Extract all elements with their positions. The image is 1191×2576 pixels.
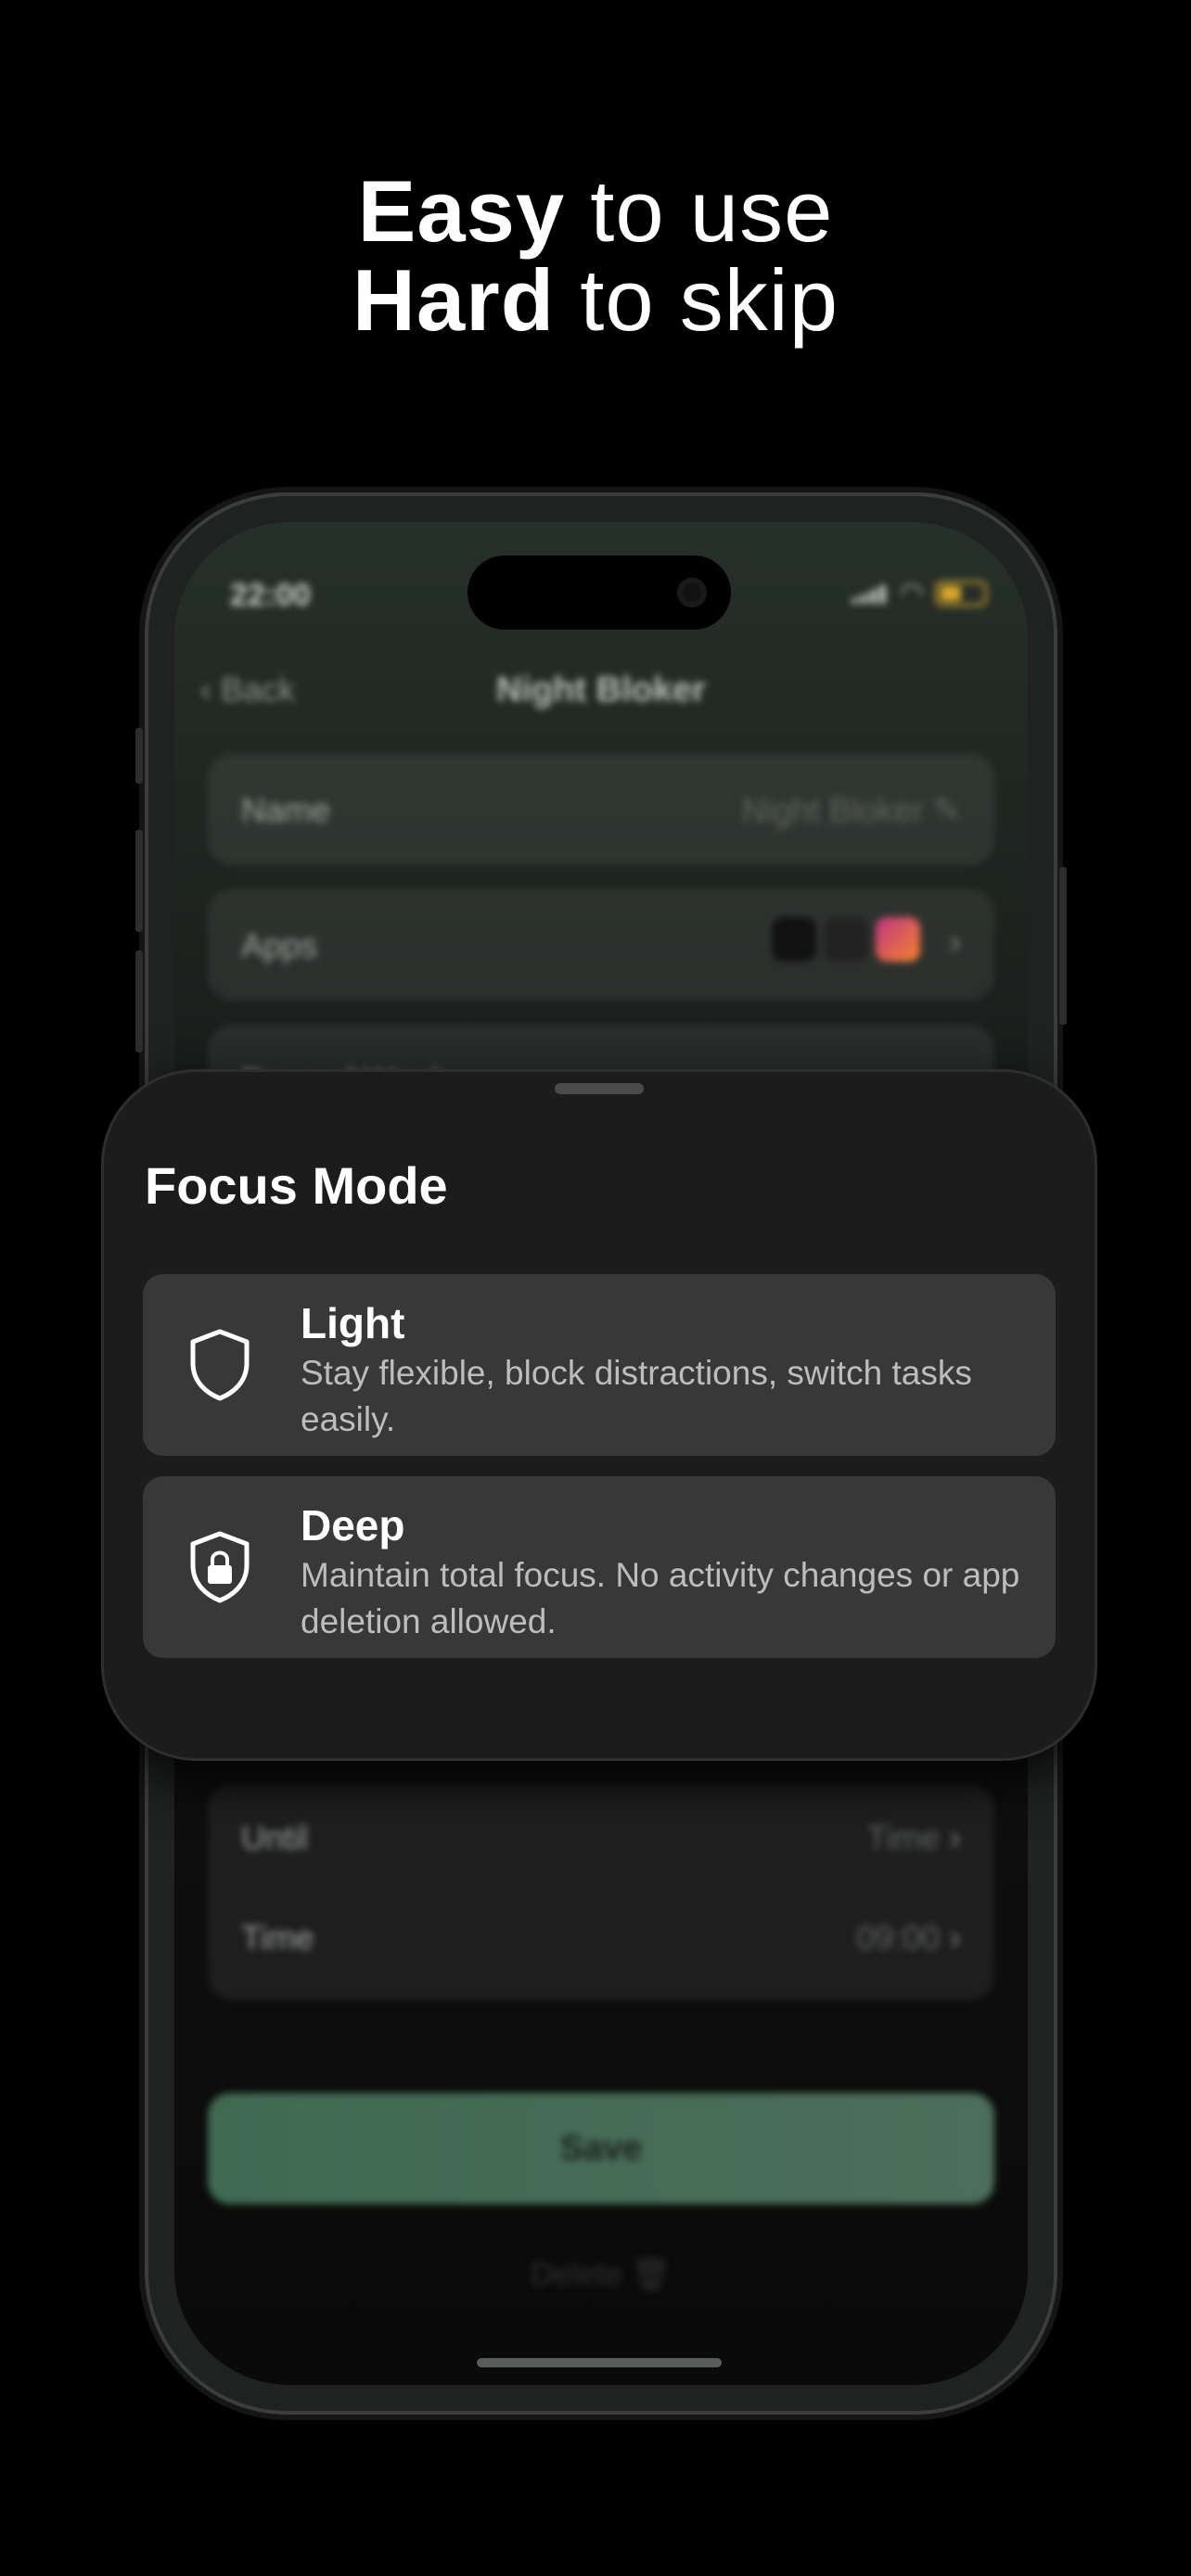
time-label: Time (241, 1919, 314, 1957)
power-button (1059, 867, 1067, 1025)
dynamic-island (467, 555, 731, 630)
chevron-right-icon: › (949, 1919, 961, 1958)
name-value-group: Night Bloker ✎ (742, 791, 961, 830)
until-label: Until (241, 1818, 309, 1856)
status-icons: ◠ (851, 578, 987, 608)
option-name: Deep (301, 1501, 405, 1549)
signal-icon (851, 583, 889, 604)
option-description: Maintain total focus. No activity change… (301, 1556, 1020, 1640)
home-indicator[interactable] (477, 2358, 722, 2367)
option-name: Light (301, 1299, 405, 1347)
shield-icon (190, 1329, 250, 1401)
apps-row[interactable]: Apps › (208, 889, 994, 1001)
sheet-grabber[interactable] (555, 1083, 644, 1094)
threads-app-icon (772, 917, 816, 962)
save-button[interactable]: Save (208, 2093, 994, 2204)
name-label: Name (241, 791, 331, 829)
focus-option-deep[interactable]: Deep Maintain total focus. No activity c… (143, 1476, 1056, 1658)
mute-switch (135, 728, 143, 784)
status-time: 22:00 (230, 578, 311, 613)
headline: Easy to use Hard to skip (0, 167, 1191, 345)
wifi-icon: ◠ (899, 578, 924, 608)
name-row[interactable]: Name Night Bloker ✎ (208, 754, 994, 865)
time-value: 09:00 (856, 1919, 941, 1957)
headline-line-2: Hard to skip (0, 256, 1191, 345)
delete-label: Delete (531, 2257, 622, 2292)
trash-icon: 🗑 (631, 2257, 672, 2292)
app-icons (772, 917, 920, 962)
sheet-title: Focus Mode (145, 1156, 448, 1215)
shield-lock-icon (190, 1531, 250, 1603)
schedule-card: Until Time › Time 09:00 › (208, 1785, 994, 2000)
time-row[interactable]: 09:00 › (856, 1919, 961, 1958)
instagram-app-icon (876, 917, 920, 962)
name-value: Night Bloker (741, 791, 924, 829)
headline-rest-2: to skip (580, 251, 839, 349)
volume-up-button (135, 830, 143, 932)
focus-option-light[interactable]: Light Stay flexible, block distractions,… (143, 1274, 1056, 1456)
headline-line-1: Easy to use (0, 167, 1191, 256)
page-title: Night Bloker (496, 670, 706, 709)
headline-rest-1: to use (590, 162, 834, 260)
nav-bar: ‹ Back Night Bloker (174, 670, 1028, 726)
option-description: Stay flexible, block distractions, switc… (301, 1354, 972, 1438)
delete-button[interactable]: Delete 🗑 (174, 2256, 1028, 2293)
headline-bold-2: Hard (352, 251, 556, 349)
chevron-right-icon: › (949, 923, 961, 962)
telegram-app-icon (824, 917, 868, 962)
pencil-icon: ✎ (932, 791, 961, 829)
focus-mode-sheet: Focus Mode Light Stay flexible, block di… (104, 1072, 1095, 1758)
until-value: Time (866, 1818, 941, 1856)
battery-icon (935, 580, 987, 606)
volume-down-button (135, 950, 143, 1052)
apps-chevron: › (949, 923, 961, 963)
headline-bold-1: Easy (357, 162, 566, 260)
camera-icon (677, 578, 707, 607)
apps-label: Apps (241, 926, 318, 964)
chevron-right-icon: › (949, 1818, 961, 1857)
until-row[interactable]: Time › (867, 1818, 961, 1858)
